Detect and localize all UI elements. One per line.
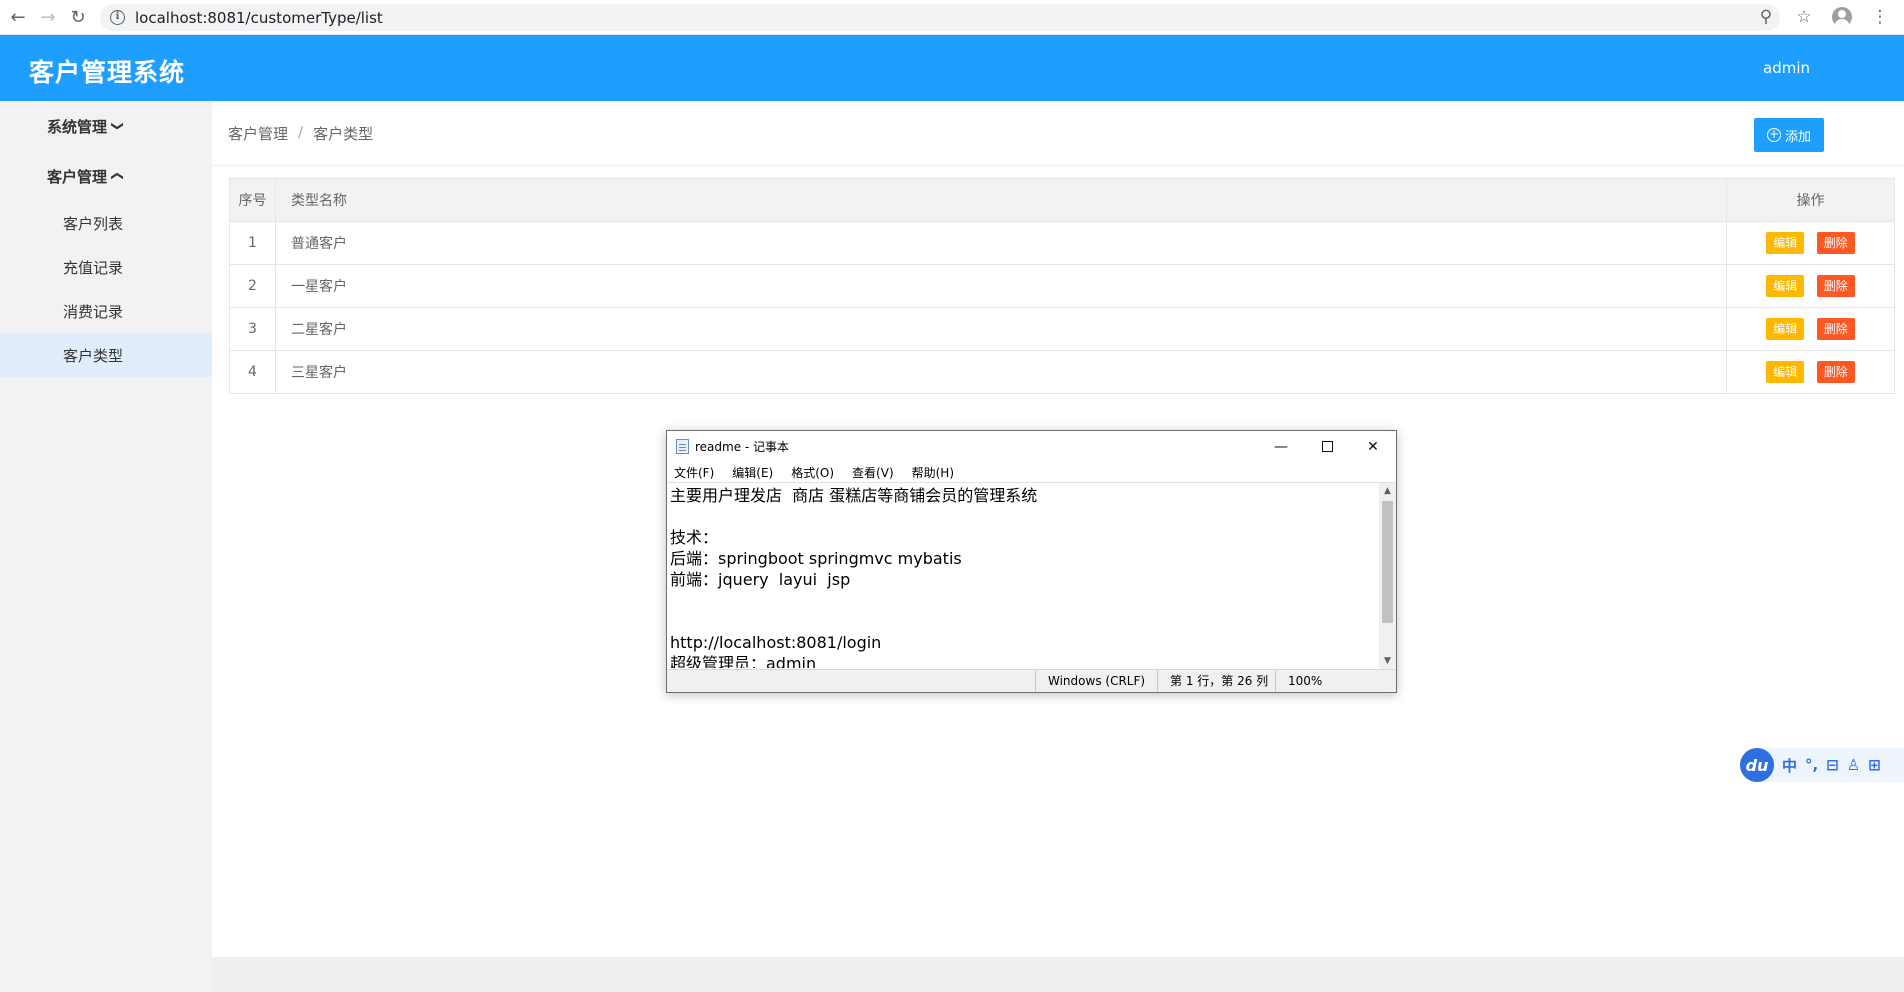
back-icon[interactable]: ← xyxy=(6,5,30,29)
sidebar-item-label: 客户列表 xyxy=(63,214,124,233)
add-button[interactable]: + 添加 xyxy=(1754,118,1824,152)
row-type-name: 二星客户 xyxy=(275,307,1727,351)
sidebar-group-customer[interactable]: 客户管理 ❮ xyxy=(0,151,212,201)
edit-button[interactable]: 编辑 xyxy=(1766,232,1805,254)
chevron-down-icon: ❯ xyxy=(111,120,126,132)
sidebar-item-label: 消费记录 xyxy=(63,302,124,321)
notepad-title: readme - 记事本 xyxy=(695,440,790,454)
sidebar-item-label: 客户类型 xyxy=(63,346,124,365)
notepad-window[interactable]: readme - 记事本 — ✕ 文件(F) 编辑(E) 格式(O) 查看(V)… xyxy=(666,430,1397,693)
sidebar-item-recharge-records[interactable]: 充值记录 xyxy=(0,245,212,289)
browser-menu-icon[interactable]: ⋮ xyxy=(1868,5,1892,29)
ime-user-icon[interactable]: ♙ xyxy=(1847,756,1860,774)
status-zoom: 100% xyxy=(1275,670,1355,692)
browser-toolbar: ← → ↻ i localhost:8081/customerType/list… xyxy=(0,0,1904,35)
close-icon[interactable]: ✕ xyxy=(1350,431,1396,462)
info-icon[interactable]: i xyxy=(110,10,125,25)
plus-circle-icon: + xyxy=(1766,127,1781,142)
delete-button[interactable]: 删除 xyxy=(1816,275,1855,297)
row-operations: 编辑 删除 xyxy=(1726,221,1895,265)
row-operations: 编辑 删除 xyxy=(1726,350,1895,394)
breadcrumb-current: 客户类型 xyxy=(313,125,374,143)
header-type-name: 类型名称 xyxy=(275,178,1727,222)
header-operations: 操作 xyxy=(1726,178,1895,222)
reload-icon[interactable]: ↻ xyxy=(66,5,90,29)
scroll-thumb[interactable] xyxy=(1382,501,1393,623)
row-index: 2 xyxy=(229,264,276,308)
notepad-titlebar[interactable]: readme - 记事本 — ✕ xyxy=(667,431,1396,462)
edit-button[interactable]: 编辑 xyxy=(1766,275,1805,297)
row-type-name: 三星客户 xyxy=(275,350,1727,394)
footer xyxy=(212,957,1904,992)
app-title: 客户管理系统 xyxy=(29,58,186,87)
add-button-label: 添加 xyxy=(1784,129,1811,145)
scroll-down-icon[interactable]: ▼ xyxy=(1379,653,1396,670)
forward-icon[interactable]: → xyxy=(36,5,60,29)
menu-help[interactable]: 帮助(H) xyxy=(910,464,956,481)
notepad-menubar: 文件(F) 编辑(E) 格式(O) 查看(V) 帮助(H) xyxy=(667,462,1396,482)
table-row: 4 三星客户 编辑 删除 xyxy=(229,350,1895,394)
notepad-editor[interactable]: 主要用户理发店 商店 蛋糕店等商铺会员的管理系统 技术： 后端：springbo… xyxy=(667,482,1396,670)
vertical-scrollbar[interactable]: ▲ ▼ xyxy=(1379,483,1396,670)
header-index: 序号 xyxy=(229,178,276,222)
sidebar-item-customer-type[interactable]: 客户类型 xyxy=(0,333,212,377)
sidebar-group-label: 系统管理 xyxy=(47,117,108,136)
url-text[interactable]: localhost:8081/customerType/list xyxy=(135,9,383,27)
row-index: 1 xyxy=(229,221,276,265)
customer-type-table: 序号 类型名称 操作 1 普通客户 编辑 删除 2 一星客户 编辑 删除 3 二… xyxy=(229,178,1895,394)
delete-button[interactable]: 删除 xyxy=(1816,318,1855,340)
zoom-icon[interactable]: ⚲ xyxy=(1754,5,1778,29)
edit-button[interactable]: 编辑 xyxy=(1766,318,1805,340)
baidu-ime-logo[interactable]: du xyxy=(1740,748,1774,782)
profile-avatar-icon[interactable] xyxy=(1830,5,1854,29)
edit-button[interactable]: 编辑 xyxy=(1766,361,1805,383)
table-header-row: 序号 类型名称 操作 xyxy=(229,178,1895,222)
ime-toolbar: du 中 °, ⊟ ♙ ⊞ xyxy=(1740,748,1904,782)
menu-view[interactable]: 查看(V) xyxy=(850,464,896,481)
row-type-name: 一星客户 xyxy=(275,264,1727,308)
menu-file[interactable]: 文件(F) xyxy=(672,464,716,481)
notepad-file-icon xyxy=(676,439,689,454)
menu-edit[interactable]: 编辑(E) xyxy=(730,464,775,481)
minimize-icon[interactable]: — xyxy=(1258,431,1304,462)
ime-chinese-mode-icon[interactable]: 中 xyxy=(1782,755,1797,776)
sidebar-group-system[interactable]: 系统管理 ❯ xyxy=(0,101,212,151)
ime-grid-icon[interactable]: ⊞ xyxy=(1868,756,1881,774)
row-index: 3 xyxy=(229,307,276,351)
breadcrumb-bar: 客户管理 / 客户类型 + 添加 xyxy=(212,101,1904,166)
sidebar-item-label: 充值记录 xyxy=(63,258,124,277)
maximize-icon[interactable] xyxy=(1304,431,1350,462)
sidebar-item-consumption-records[interactable]: 消费记录 xyxy=(0,289,212,333)
sidebar-item-customer-list[interactable]: 客户列表 xyxy=(0,201,212,245)
row-operations: 编辑 删除 xyxy=(1726,307,1895,351)
breadcrumb: 客户管理 / 客户类型 xyxy=(228,123,373,144)
table-row: 3 二星客户 编辑 删除 xyxy=(229,307,1895,351)
scroll-up-icon[interactable]: ▲ xyxy=(1379,483,1396,500)
sidebar: 系统管理 ❯ 客户管理 ❮ 客户列表 充值记录 消费记录 客户类型 xyxy=(0,101,212,992)
row-index: 4 xyxy=(229,350,276,394)
bookmark-star-icon[interactable]: ☆ xyxy=(1792,5,1816,29)
status-encoding: Windows (CRLF) xyxy=(1035,670,1155,692)
app-header: 客户管理系统 admin xyxy=(0,35,1904,101)
breadcrumb-separator: / xyxy=(298,123,304,141)
menu-format[interactable]: 格式(O) xyxy=(789,464,836,481)
notepad-statusbar: Windows (CRLF) 第 1 行，第 26 列 100% xyxy=(667,669,1396,692)
table-row: 2 一星客户 编辑 删除 xyxy=(229,264,1895,308)
status-cursor-position: 第 1 行，第 26 列 xyxy=(1157,670,1273,692)
ime-punctuation-icon[interactable]: °, xyxy=(1805,756,1818,774)
current-user[interactable]: admin xyxy=(1763,59,1810,77)
address-bar[interactable]: i localhost:8081/customerType/list xyxy=(100,4,1780,31)
sidebar-group-label: 客户管理 xyxy=(47,167,108,186)
ime-toolbox-icon[interactable]: ⊟ xyxy=(1826,756,1839,774)
notepad-text-content[interactable]: 主要用户理发店 商店 蛋糕店等商铺会员的管理系统 技术： 后端：springbo… xyxy=(670,485,1375,668)
table-row: 1 普通客户 编辑 删除 xyxy=(229,221,1895,265)
delete-button[interactable]: 删除 xyxy=(1816,361,1855,383)
delete-button[interactable]: 删除 xyxy=(1816,232,1855,254)
row-operations: 编辑 删除 xyxy=(1726,264,1895,308)
row-type-name: 普通客户 xyxy=(275,221,1727,265)
chevron-up-icon: ❮ xyxy=(111,170,126,182)
breadcrumb-parent[interactable]: 客户管理 xyxy=(228,123,288,144)
